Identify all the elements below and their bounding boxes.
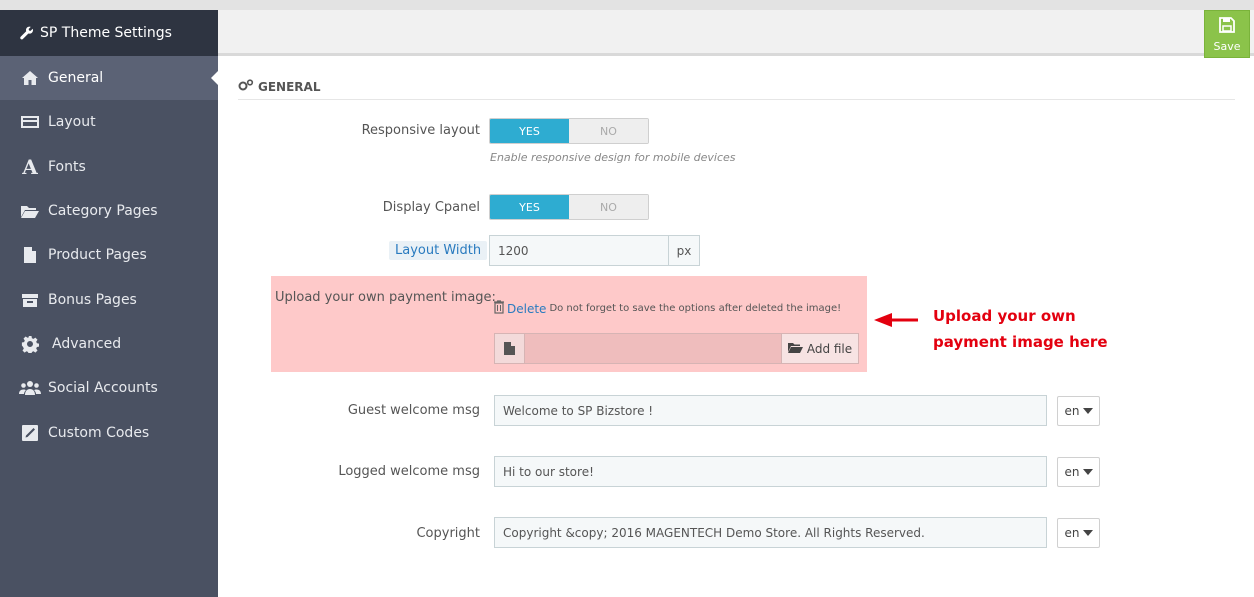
sidebar-item-layout[interactable]: Layout [0, 100, 218, 144]
add-file-label: Add file [806, 341, 853, 356]
annotation-text: Upload your own payment image here [933, 303, 1108, 355]
sidebar-item-label: Layout [48, 114, 96, 131]
trash-icon [494, 300, 504, 317]
sidebar-item-label: Bonus Pages [48, 291, 137, 308]
save-button[interactable]: Save [1204, 10, 1250, 58]
wrench-icon [20, 26, 34, 40]
file-icon [495, 334, 525, 363]
display-cpanel-label: Display Cpanel [382, 200, 480, 215]
gears-icon [238, 79, 254, 94]
sidebar-item-general[interactable]: General [0, 56, 218, 101]
layout-width-label: Layout Width [389, 241, 488, 260]
copyright-lang-select[interactable]: en [1057, 518, 1100, 548]
sidebar-item-label: General [48, 70, 104, 87]
sidebar-item-fonts[interactable]: A Fonts [0, 145, 218, 189]
responsive-layout-label: Responsive layout [361, 123, 480, 138]
sidebar-item-label: Category Pages [48, 203, 158, 220]
caret-down-icon [1082, 530, 1093, 536]
sidebar-item-label: Social Accounts [48, 380, 158, 397]
delete-note: Do not forget to save the options after … [549, 303, 842, 314]
annotation-arrow-icon [874, 313, 918, 327]
sidebar-item-product-pages[interactable]: Product Pages [0, 233, 218, 277]
copyright-label: Copyright [416, 526, 480, 541]
pencil-icon [18, 423, 42, 443]
delete-row: Delete Do not forget to save the options… [494, 300, 841, 317]
file-path-input[interactable] [525, 334, 781, 363]
logged-welcome-label: Logged welcome msg [338, 464, 480, 479]
logged-welcome-input[interactable]: Hi to our store! [494, 456, 1047, 487]
save-label: Save [1213, 39, 1241, 53]
copyright-input[interactable]: Copyright &copy; 2016 MAGENTECH Demo Sto… [494, 517, 1047, 548]
layout-width-input[interactable]: 1200 [489, 235, 669, 266]
responsive-layout-switch[interactable]: YES NO [489, 118, 649, 144]
sidebar-item-custom-codes[interactable]: Custom Codes [0, 410, 218, 454]
section-title: GENERAL [238, 74, 1235, 100]
sidebar-item-social-accounts[interactable]: Social Accounts [0, 366, 218, 410]
display-cpanel-switch[interactable]: YES NO [489, 194, 649, 220]
annotation-line-1: Upload your own [933, 307, 1076, 325]
sidebar-item-label: Fonts [48, 158, 86, 175]
users-icon [18, 378, 42, 398]
gear-icon [18, 334, 42, 354]
section-title-text: GENERAL [258, 79, 321, 94]
lang-value: en [1064, 404, 1080, 418]
guest-welcome-lang-select[interactable]: en [1057, 396, 1100, 426]
logged-welcome-lang-select[interactable]: en [1057, 457, 1100, 487]
folder-open-icon [18, 201, 42, 221]
caret-down-icon [1082, 408, 1093, 414]
sidebar-item-label: Product Pages [48, 247, 147, 264]
file-icon [18, 245, 42, 265]
file-upload-field[interactable]: Add file [494, 333, 859, 364]
responsive-layout-yes[interactable]: YES [490, 119, 569, 143]
top-toolbar: Save [218, 10, 1254, 58]
home-icon [18, 68, 42, 88]
sidebar-title: SP Theme Settings [40, 25, 172, 41]
sidebar-item-label: Advanced [52, 335, 122, 352]
sidebar-item-bonus-pages[interactable]: Bonus Pages [0, 277, 218, 321]
responsive-layout-help: Enable responsive design for mobile devi… [490, 151, 736, 164]
guest-welcome-label: Guest welcome msg [347, 403, 480, 418]
sidebar: SP Theme Settings General Layout A Fonts… [0, 10, 218, 597]
caret-down-icon [1082, 469, 1093, 475]
display-cpanel-no[interactable]: NO [569, 195, 648, 219]
lang-value: en [1064, 465, 1080, 479]
top-strip [0, 0, 1254, 10]
font-icon: A [22, 154, 38, 179]
responsive-layout-no[interactable]: NO [569, 119, 648, 143]
sidebar-item-category-pages[interactable]: Category Pages [0, 189, 218, 233]
add-file-button[interactable]: Add file [781, 334, 858, 363]
annotation-line-2: payment image here [933, 333, 1108, 351]
sidebar-item-advanced[interactable]: Advanced [0, 322, 218, 366]
folder-open-icon [787, 342, 803, 356]
layout-width-unit: px [668, 235, 700, 266]
sidebar-item-label: Custom Codes [48, 424, 150, 441]
guest-welcome-input[interactable]: Welcome to SP Bizstore ! [494, 395, 1047, 426]
sidebar-header: SP Theme Settings [0, 10, 218, 56]
lang-value: en [1064, 526, 1080, 540]
display-cpanel-yes[interactable]: YES [490, 195, 569, 219]
delete-link[interactable]: Delete [507, 302, 546, 316]
layout-icon [18, 112, 42, 132]
floppy-icon [1218, 16, 1236, 37]
payment-image-label: Upload your own payment image: [275, 290, 496, 305]
archive-icon [18, 290, 42, 310]
